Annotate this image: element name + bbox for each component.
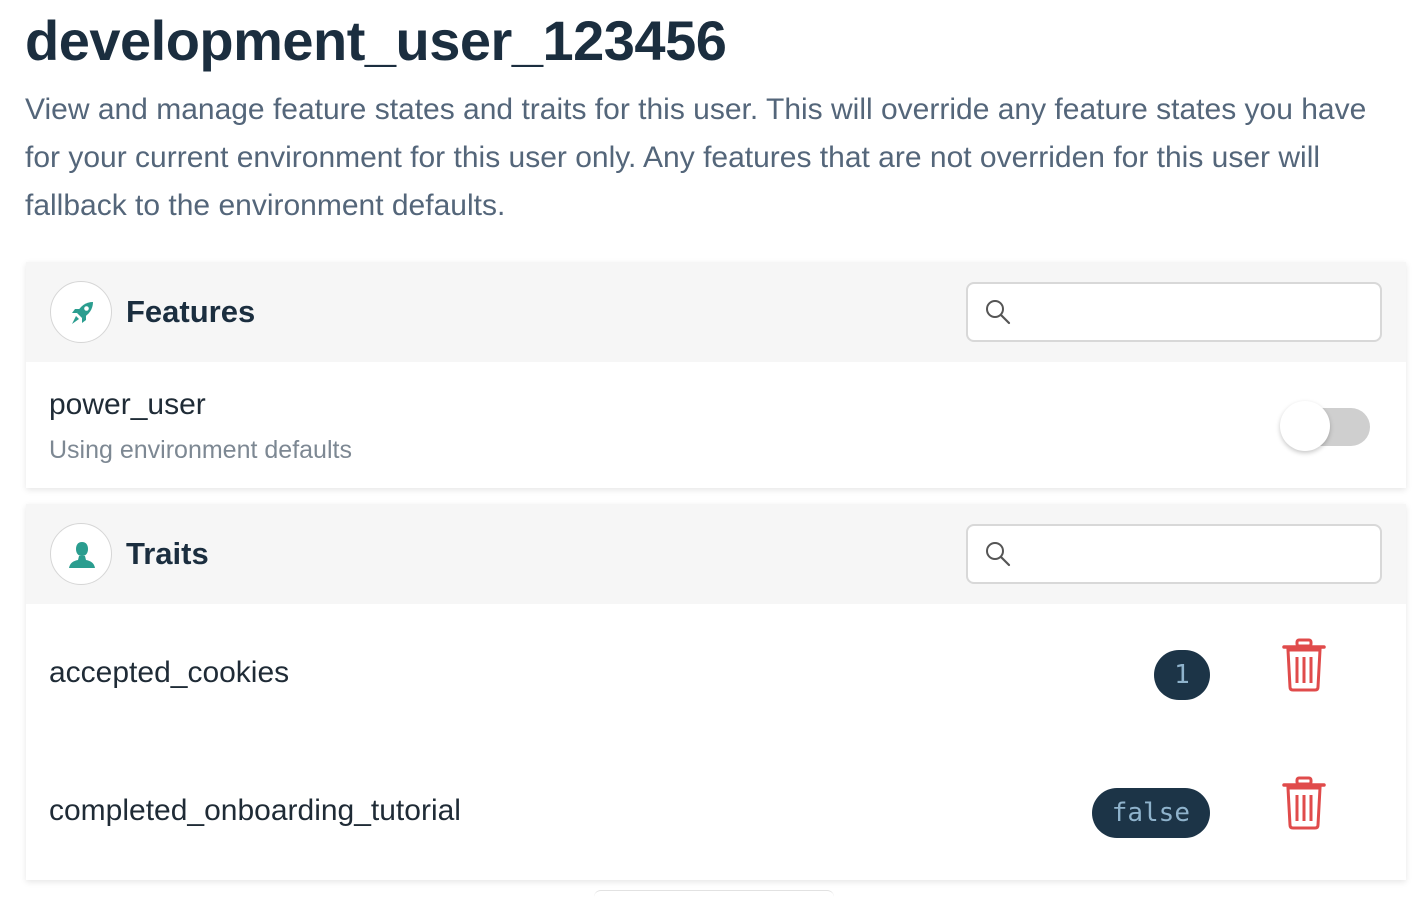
- features-panel-header: Features: [26, 262, 1406, 362]
- toggle-knob: [1280, 401, 1330, 451]
- page-description: View and manage feature states and trait…: [25, 93, 1367, 222]
- features-search-box[interactable]: [966, 282, 1382, 342]
- traits-search-input[interactable]: [1024, 534, 1368, 576]
- trait-row[interactable]: accepted_cookies 1: [26, 624, 1406, 724]
- search-icon: [986, 542, 1011, 567]
- delete-trait-button[interactable]: [1280, 638, 1334, 698]
- user-icon: [50, 523, 112, 585]
- features-title: Features: [126, 294, 256, 329]
- traits-title: Traits: [126, 536, 209, 571]
- trait-key: completed_onboarding_tutorial: [49, 794, 461, 827]
- traits-panel: Traits accepted_cookies 1 completed_onbo…: [26, 504, 1406, 880]
- page-title: development_user_123456: [25, 9, 727, 72]
- feature-row[interactable]: power_user Using environment defaults: [26, 362, 1406, 488]
- delete-trait-button[interactable]: [1280, 776, 1334, 836]
- search-icon: [986, 300, 1011, 325]
- trait-value-badge: 1: [1154, 650, 1210, 700]
- rocket-icon: [50, 281, 112, 343]
- traits-search-box[interactable]: [966, 524, 1382, 584]
- trait-row[interactable]: completed_onboarding_tutorial false: [26, 762, 1406, 862]
- trash-icon: [1282, 638, 1326, 692]
- feature-name: power_user: [49, 388, 206, 421]
- feature-toggle[interactable]: [1280, 401, 1370, 451]
- feature-status: Using environment defaults: [49, 436, 352, 464]
- traits-panel-header: Traits: [26, 504, 1406, 604]
- trash-icon: [1282, 776, 1326, 830]
- trait-key: accepted_cookies: [49, 656, 290, 689]
- features-search-input[interactable]: [1024, 292, 1368, 334]
- trait-value-badge: false: [1091, 788, 1210, 838]
- features-panel: Features power_user Using environment de…: [26, 262, 1406, 488]
